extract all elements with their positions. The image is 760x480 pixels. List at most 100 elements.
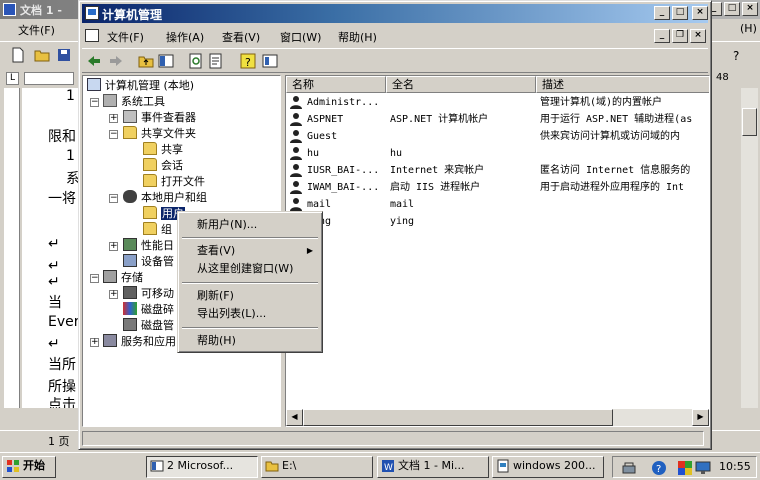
list-horizontal-scrollbar[interactable]: ◀ ▶: [286, 409, 709, 426]
user-icon: [290, 164, 302, 177]
word-menu-help[interactable]: (H): [740, 22, 757, 35]
column-header-description[interactable]: 描述: [536, 76, 709, 93]
user-list-pane[interactable]: 名称 全名 描述 Administr... 管理计算机(域)的内置帐户 ASPN…: [285, 75, 710, 427]
expand-perf-logs[interactable]: +: [109, 242, 118, 251]
user-icon: [290, 130, 302, 143]
collapse-shared-folders[interactable]: −: [109, 130, 118, 139]
export-list-icon[interactable]: [208, 53, 224, 69]
tree-item-groups[interactable]: 组: [143, 222, 172, 238]
table-row[interactable]: Administr... 管理计算机(域)的内置帐户: [286, 94, 709, 111]
word-menu-file[interactable]: 文件(F): [18, 22, 55, 38]
tree-item-disk-management[interactable]: 磁盘管: [123, 318, 174, 334]
cm-maximize-button[interactable]: □: [672, 6, 688, 20]
cm-menu-bar: 文件(F) 操作(A) 查看(V) 窗口(W) 帮助(H) _ ❐ ×: [82, 25, 708, 47]
tree-item-system-tools[interactable]: 系统工具: [103, 94, 165, 110]
mdi-restore-button[interactable]: ❐: [672, 29, 688, 43]
event-viewer-icon: [123, 110, 137, 123]
doc-line: ↵: [48, 274, 60, 290]
input-method-icon[interactable]: [677, 460, 693, 476]
forward-arrow-icon[interactable]: [108, 53, 124, 69]
monitor-icon[interactable]: [695, 460, 711, 476]
ctx-view[interactable]: 查看(V) ▶: [181, 242, 319, 260]
column-header-name[interactable]: 名称: [286, 76, 386, 93]
menu-window[interactable]: 窗口(W): [280, 29, 321, 45]
ctx-export-list[interactable]: 导出列表(L)...: [181, 305, 319, 323]
open-folder-icon[interactable]: [34, 47, 50, 63]
tab-selector[interactable]: L: [6, 72, 19, 85]
list-scroll-thumb[interactable]: [303, 409, 613, 426]
taskbar-button-windows[interactable]: windows 200...: [492, 456, 604, 478]
table-row[interactable]: Guest 供来宾访问计算机或访问域的内: [286, 128, 709, 145]
tree-item-storage[interactable]: 存储: [103, 270, 143, 286]
back-arrow-icon[interactable]: [86, 53, 102, 69]
save-icon[interactable]: [56, 47, 72, 63]
tree-item-sessions[interactable]: 会话: [143, 158, 183, 174]
tree-item-services-apps[interactable]: 服务和应用: [103, 334, 176, 350]
scroll-left-arrow-icon[interactable]: ◀: [286, 409, 303, 426]
svg-text:?: ?: [245, 56, 251, 69]
tree-item-event-viewer[interactable]: 事件查看器: [123, 110, 196, 126]
collapse-system-tools[interactable]: −: [90, 98, 99, 107]
tree-item-removable[interactable]: 可移动: [123, 286, 174, 302]
doc-line: ↵: [48, 236, 60, 252]
help-icon[interactable]: ?: [240, 53, 256, 69]
menu-file[interactable]: 文件(F): [107, 29, 144, 45]
tree-item-disk-defrag[interactable]: 磁盘碎: [123, 302, 174, 318]
word-maximize-button[interactable]: □: [724, 2, 740, 16]
show-tree-icon[interactable]: [158, 53, 174, 69]
table-row[interactable]: IUSR_BAI-... Internet 来宾帐户 匿名访问 Internet…: [286, 162, 709, 179]
document-icon: [497, 459, 509, 473]
word-close-button[interactable]: ×: [742, 2, 758, 16]
windows-logo-icon: [7, 460, 19, 472]
table-row[interactable]: ASPNET ASP.NET 计算机帐户 用于运行 ASP.NET 辅助进程(a…: [286, 111, 709, 128]
table-row[interactable]: ying ying: [286, 213, 709, 230]
word-scroll-thumb[interactable]: [742, 108, 757, 136]
expand-services-apps[interactable]: +: [90, 338, 99, 347]
tree-item-local-users-groups[interactable]: 本地用户和组: [123, 190, 207, 206]
tree-item-open-files[interactable]: 打开文件: [143, 174, 205, 190]
word-help-icon[interactable]: ?: [730, 47, 746, 63]
ctx-refresh[interactable]: 刷新(F): [181, 287, 319, 305]
tree-item-device-manager[interactable]: 设备管: [123, 254, 174, 270]
mdi-minimize-button[interactable]: _: [654, 29, 670, 43]
taskbar-button-explorer[interactable]: E:\: [261, 456, 373, 478]
ctx-new-window[interactable]: 从这里创建窗口(W): [181, 260, 319, 278]
menu-help[interactable]: 帮助(H): [338, 29, 377, 45]
expand-removable[interactable]: +: [109, 290, 118, 299]
tree-item-perf-logs[interactable]: 性能日: [123, 238, 174, 254]
taskbar-button-microsoft[interactable]: 2 Microsof...: [146, 456, 258, 478]
tree-item-root[interactable]: 计算机管理 (本地): [87, 78, 194, 94]
table-row[interactable]: mail mail: [286, 196, 709, 213]
new-document-icon[interactable]: [10, 47, 26, 63]
refresh-icon[interactable]: [188, 53, 204, 69]
help-tray-icon[interactable]: ?: [651, 460, 667, 476]
properties-icon[interactable]: [262, 53, 278, 69]
collapse-storage[interactable]: −: [90, 274, 99, 283]
tree-item-shared-folders[interactable]: 共享文件夹: [123, 126, 196, 142]
taskbar-button-word[interactable]: W 文档 1 - Mi...: [377, 456, 489, 478]
cm-minimize-button[interactable]: _: [654, 6, 670, 20]
expand-event-viewer[interactable]: +: [109, 114, 118, 123]
word-zoom-hint: 48: [716, 72, 729, 83]
menu-view[interactable]: 查看(V): [222, 29, 260, 45]
network-icon[interactable]: [621, 460, 637, 476]
word-vertical-scrollbar[interactable]: [741, 88, 758, 408]
up-folder-icon[interactable]: [138, 53, 154, 69]
doc-line: Ever: [48, 314, 78, 330]
scroll-right-arrow-icon[interactable]: ▶: [692, 409, 709, 426]
collapse-local-users[interactable]: −: [109, 194, 118, 203]
mdi-system-icon[interactable]: [85, 29, 99, 42]
table-row[interactable]: IWAM_BAI-... 启动 IIS 进程帐户 用于启动进程外应用程序的 In…: [286, 179, 709, 196]
tree-item-shares[interactable]: 共享: [143, 142, 183, 158]
ctx-new-user[interactable]: 新用户(N)...: [181, 216, 319, 234]
word-document-page[interactable]: 1 限和 1 系 一将 ↵ ↵ ↵ 当 Ever ↵ 当所 所操 点击: [22, 88, 78, 408]
table-row[interactable]: hu hu: [286, 145, 709, 162]
menu-action[interactable]: 操作(A): [166, 29, 204, 45]
ctx-help[interactable]: 帮助(H): [181, 332, 319, 350]
folder-icon: [143, 222, 157, 235]
folder-icon: [143, 142, 157, 155]
start-button[interactable]: 开始: [2, 456, 56, 478]
mdi-close-button[interactable]: ×: [690, 29, 706, 43]
column-header-fullname[interactable]: 全名: [386, 76, 536, 93]
cm-close-button[interactable]: ×: [692, 6, 708, 20]
